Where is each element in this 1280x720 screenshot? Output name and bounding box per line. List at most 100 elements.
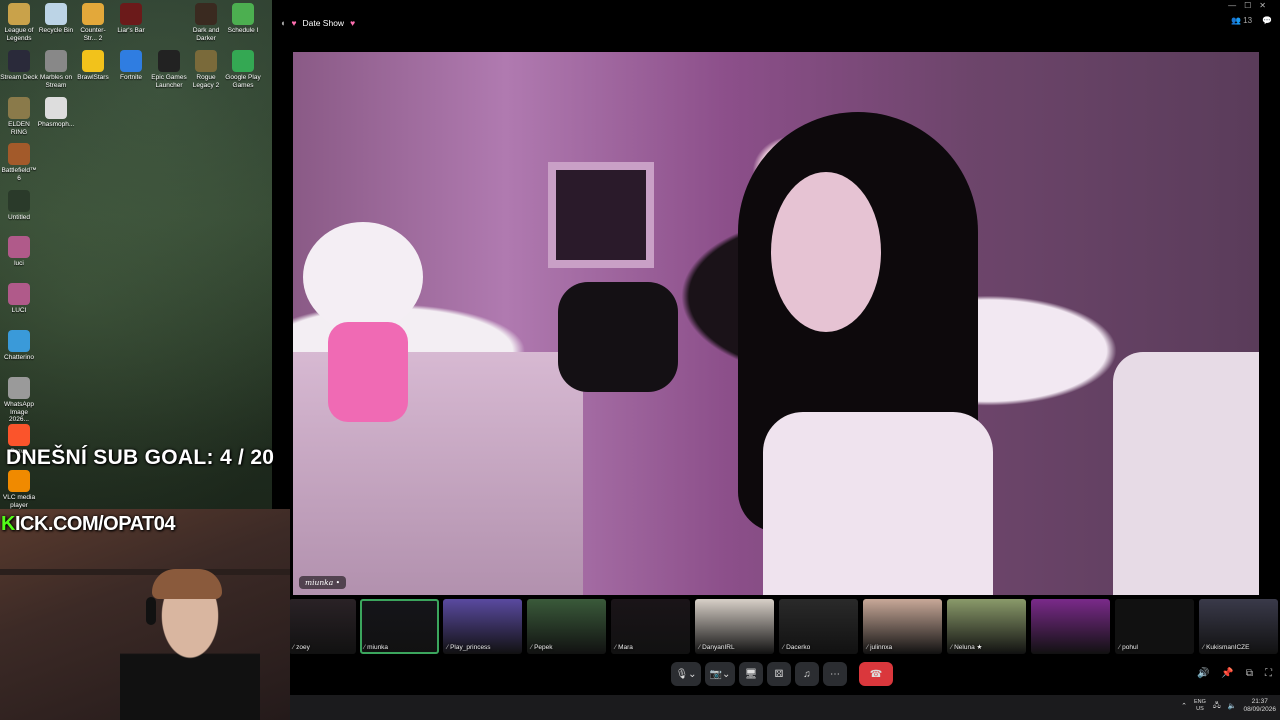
participant-name: zoey — [296, 644, 310, 651]
desktop-icon-label: League of Legends — [4, 27, 34, 42]
desktop-icon[interactable]: Marbles on Stream — [37, 50, 75, 89]
desktop-icon-label: LUCI — [11, 307, 27, 314]
desktop-icon-label: Fortnite — [119, 74, 143, 81]
desktop-icon[interactable]: Untitled — [0, 190, 38, 222]
participant-label: ⁄ Play_princess — [447, 644, 491, 651]
window-controls[interactable]: —☐✕ — [1228, 1, 1274, 10]
soundboard-button[interactable]: ♫ — [795, 662, 819, 686]
chevron-down-icon[interactable]: ⌄ — [722, 669, 730, 680]
fullscreen-icon[interactable]: ⛶ — [1265, 668, 1272, 679]
desktop-icon[interactable]: Liar's Bar — [112, 3, 150, 35]
muted-mic-icon: ⁄ — [615, 644, 617, 651]
desktop-icon-label: VLC media player — [2, 494, 36, 509]
participant-tile[interactable]: ⁄ KukismanICZE — [1199, 599, 1278, 654]
desktop-icon[interactable]: Phasmoph... — [37, 97, 75, 129]
call-title: Date Show — [302, 18, 345, 28]
desktop-icon[interactable]: Epic Games Launcher — [150, 50, 188, 89]
participant-name: Play_princess — [450, 644, 491, 651]
participant-tile[interactable]: ⁄ Mara — [611, 599, 690, 654]
app-icon — [8, 236, 30, 258]
language-indicator[interactable]: ENG US — [1194, 699, 1206, 713]
maximize-icon[interactable]: ☐ — [1244, 1, 1259, 10]
participant-tile[interactable]: ⁄ zoey — [289, 599, 356, 654]
app-icon — [8, 470, 30, 492]
participant-tile[interactable]: ⁄ Pepek — [527, 599, 606, 654]
desktop-icon-label: WhatsApp Image 2026... — [4, 401, 34, 423]
desktop-icon-label: BrawlStars — [77, 74, 109, 81]
chevron-down-icon[interactable]: ⌄ — [688, 669, 696, 680]
mic-dot: • — [335, 578, 341, 587]
hangup-icon: ☎ — [869, 668, 883, 680]
discord-call-window: —☐✕ ◖ ♥ Date Show ♥ 👥 13 💬 miunka • ⁄ zoe… — [272, 0, 1280, 695]
participant-name: julinnxa — [870, 644, 893, 651]
participant-name: Pepek — [534, 644, 553, 651]
screen-share-button[interactable]: 🖥 — [739, 662, 763, 686]
mic-button[interactable]: 🎙 ⌄ — [671, 662, 701, 686]
desktop-icon-label: Liar's Bar — [117, 27, 145, 34]
minimize-icon[interactable]: — — [1228, 1, 1244, 10]
desktop-icon[interactable]: BrawlStars — [74, 50, 112, 82]
participant-tile[interactable]: ⁄ Neluna ★ — [947, 599, 1026, 654]
camera-button[interactable]: 📷 ⌄ — [705, 662, 735, 686]
desktop-icon[interactable]: Schedule I — [224, 3, 262, 35]
desktop-icon[interactable]: LUCI — [0, 283, 38, 315]
desktop-icon[interactable]: Counter-Str... 2 — [74, 3, 112, 42]
camera-icon: 📷 — [709, 668, 723, 680]
desktop-icon[interactable]: Fortnite — [112, 50, 150, 82]
participant-tile[interactable]: ⁄ miunka — [360, 599, 439, 654]
desktop-icon[interactable]: League of Legends — [0, 3, 38, 42]
speaker-icon: ◖ — [280, 18, 286, 28]
lang-region: US — [1196, 706, 1204, 712]
desktop-icon[interactable]: Stream Deck — [0, 50, 38, 82]
desktop-icon[interactable]: Google Play Games — [224, 50, 262, 89]
view-controls: 🔊 📌 ⧉ ⛶ — [1197, 668, 1272, 679]
desktop-icon[interactable]: luci — [0, 236, 38, 268]
volume-icon[interactable]: 🔊 — [1197, 668, 1209, 679]
desktop-icon[interactable]: Recycle Bin — [37, 3, 75, 35]
participant-name: Mara — [618, 644, 633, 651]
system-tray: ⌃ ENG US 🖧 🔈 21:37 08/09/2026 — [1181, 698, 1276, 714]
desktop-icon[interactable]: VLC media player — [0, 470, 38, 509]
main-video-stream[interactable]: miunka • — [293, 52, 1259, 595]
heart-icon: ♥ — [350, 18, 356, 28]
hangup-button[interactable]: ☎ — [859, 662, 893, 686]
participant-strip: ⁄ zoey ⁄ miunka ⁄ Play_princess ⁄ Pepek ⁄ Mara ⁄ Da… — [289, 599, 1280, 655]
participant-tile[interactable]: ⁄ pohul — [1115, 599, 1194, 654]
activities-button[interactable]: ⚄ — [767, 662, 791, 686]
desktop-icon[interactable]: Rogue Legacy 2 — [187, 50, 225, 89]
desktop-icon[interactable]: Chatterino — [0, 330, 38, 362]
participant-tile[interactable]: ⁄ julinnxa — [863, 599, 942, 654]
pin-icon[interactable]: 📌 — [1221, 668, 1233, 679]
participant-tile[interactable]: ⁄ DanyanIRL — [695, 599, 774, 654]
network-icon[interactable]: 🖧 — [1213, 701, 1221, 712]
sub-goal-overlay: DNEŠNÍ SUB GOAL: 4 / 20 — [6, 446, 275, 469]
participant-label: ⁄ Pepek — [531, 644, 553, 651]
participant-tile[interactable]: ⁄ Dacerko — [779, 599, 858, 654]
chevron-up-icon[interactable]: ⌃ — [1181, 702, 1187, 710]
lang-code: ENG — [1194, 699, 1206, 705]
screen-icon: 🖥 — [744, 668, 758, 680]
participant-label: ⁄ miunka — [364, 644, 388, 651]
plush-body — [328, 322, 408, 422]
volume-icon[interactable]: 🔈 — [1228, 702, 1237, 710]
popout-icon[interactable]: ⧉ — [1246, 668, 1253, 679]
participant-label: ⁄ pohul — [1119, 644, 1138, 651]
kick-url-overlay: KICK.COM/OPAT04 — [1, 513, 176, 536]
more-button[interactable]: ⋯ — [823, 662, 847, 686]
desktop-icon-label: Schedule I — [227, 27, 259, 34]
participant-tile[interactable] — [1031, 599, 1110, 654]
desktop-icon[interactable]: Battlefield™ 6 — [0, 143, 38, 182]
desktop-icon[interactable]: Dark and Darker — [187, 3, 225, 42]
mic-icon: 🎙 — [675, 668, 689, 680]
chat-icon[interactable]: 💬 — [1262, 16, 1272, 25]
close-icon[interactable]: ✕ — [1259, 1, 1274, 10]
desktop-icon-label: Chatterino — [4, 354, 34, 361]
clock[interactable]: 21:37 08/09/2026 — [1243, 698, 1276, 714]
app-icon — [8, 143, 30, 165]
app-icon — [45, 50, 67, 72]
desktop-icon[interactable]: WhatsApp Image 2026... — [0, 377, 38, 424]
desktop-icon[interactable]: ELDEN RING — [0, 97, 38, 136]
participants-button[interactable]: 👥 13 — [1231, 16, 1252, 25]
desktop-icon-label: Rogue Legacy 2 — [192, 74, 220, 89]
participant-tile[interactable]: ⁄ Play_princess — [443, 599, 522, 654]
